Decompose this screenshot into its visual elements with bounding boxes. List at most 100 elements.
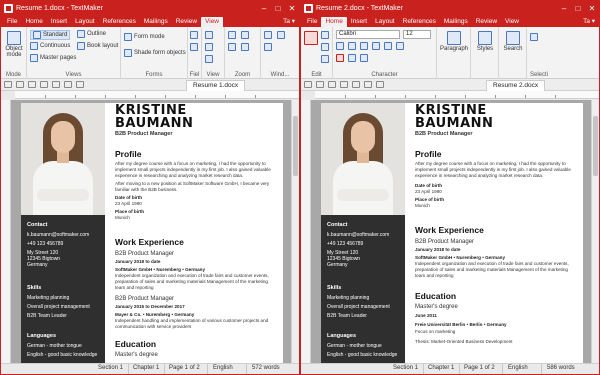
menu-icon[interactable] [304,81,312,88]
print-icon[interactable] [76,81,84,88]
title-bar[interactable]: Resume 2.docx - TextMaker – □ ✕ [301,1,599,16]
save-icon[interactable] [40,81,48,88]
master-pages-button[interactable]: Master pages [30,54,76,62]
object-mode-button[interactable]: Object mode [4,31,24,58]
form-mode-button[interactable]: Form mode [124,33,165,41]
new-document-icon[interactable] [16,81,24,88]
new-window-button[interactable] [264,31,274,39]
print-icon[interactable] [376,81,384,88]
styles-button[interactable]: Styles [473,31,497,52]
tab-file[interactable]: File [3,17,21,27]
tab-references[interactable]: References [399,17,440,27]
profile-photo [321,103,405,215]
document-tab[interactable]: Resume 1.docx [186,80,246,91]
tab-more[interactable]: Ta ▾ [579,17,599,27]
redo-icon[interactable] [64,81,72,88]
paste-button[interactable] [304,31,318,46]
zoom-width-button[interactable] [241,43,251,51]
select-button[interactable] [530,33,540,41]
arrange-windows-button[interactable] [277,31,287,39]
tab-references[interactable]: References [99,17,140,27]
title-bar[interactable]: Resume 1.docx - TextMaker – □ ✕ [1,1,299,16]
underline-button[interactable] [360,42,370,50]
vertical-scrollbar[interactable] [291,100,299,363]
page[interactable]: Contact k.baumann@softmaker.com +49 123 … [21,103,283,363]
cut-button[interactable] [321,31,331,39]
menu-icon[interactable] [4,81,12,88]
font-color-button[interactable] [336,54,346,62]
redo-icon[interactable] [364,81,372,88]
open-icon[interactable] [28,81,36,88]
vertical-ruler[interactable] [301,100,311,363]
bold-button[interactable] [336,42,346,50]
tab-layout[interactable]: Layout [371,17,399,27]
clear-format-button[interactable] [360,54,370,62]
tab-home[interactable]: Home [21,17,46,27]
job-title: B2B Product Manager [415,239,475,245]
tab-mailings[interactable]: Mailings [140,17,172,27]
subscript-button[interactable] [396,42,406,50]
undo-icon[interactable] [52,81,60,88]
tab-view[interactable]: View [501,17,523,27]
gridlines-toggle[interactable] [205,43,215,51]
highlight-button[interactable] [348,54,358,62]
open-icon[interactable] [328,81,336,88]
horizontal-ruler[interactable] [15,91,299,99]
tab-review[interactable]: Review [172,17,201,27]
paragraph-button[interactable]: Paragraph [439,31,469,52]
close-button[interactable]: ✕ [285,4,299,13]
profile-paragraph: After my degree course with a focus on m… [115,161,271,178]
tab-file[interactable]: File [303,17,321,27]
scrollbar-thumb[interactable] [593,116,598,176]
shade-form-objects-button[interactable]: Shade form objects [124,49,186,57]
tab-layout[interactable]: Layout [71,17,99,27]
undo-icon[interactable] [352,81,360,88]
outline-view-button[interactable]: Outline [77,30,106,38]
new-document-icon[interactable] [316,81,324,88]
document-area[interactable]: Contact k.baumann@softmaker.com +49 123 … [1,100,299,363]
tab-insert[interactable]: Insert [347,17,371,27]
close-button[interactable]: ✕ [585,4,599,13]
minimize-button[interactable]: – [257,4,271,13]
italic-button[interactable] [348,42,358,50]
formatting-marks-toggle[interactable] [205,55,215,63]
book-layout-button[interactable]: Book layout [77,42,118,50]
continuous-view-button[interactable]: Continuous [30,42,70,50]
vertical-ruler[interactable] [1,100,11,363]
fields-button[interactable] [190,31,200,39]
zoom-out-button[interactable] [241,31,251,39]
tab-view[interactable]: View [201,17,224,27]
search-button[interactable]: Search [501,31,525,52]
maximize-button[interactable]: □ [271,4,285,13]
tab-home[interactable]: Home [321,17,347,27]
strikethrough-button[interactable] [372,42,382,50]
zoom-page-button[interactable] [228,43,238,51]
copy-button[interactable] [321,43,331,51]
split-window-button[interactable] [264,43,274,51]
horizontal-ruler[interactable] [315,91,599,99]
ruler-toggle[interactable] [205,31,215,39]
italic-icon [348,42,356,50]
tab-review[interactable]: Review [472,17,501,27]
tab-insert[interactable]: Insert [47,17,71,27]
zoom-in-button[interactable] [228,31,238,39]
vertical-scrollbar[interactable] [591,100,599,363]
font-family-select[interactable]: Calibri [336,30,400,39]
shade-form-objects-icon [124,49,132,57]
continuous-view-icon [30,42,38,50]
page[interactable]: Contact k.baumann@softmaker.com +49 123 … [321,103,583,363]
maximize-button[interactable]: □ [571,4,585,13]
document-tab[interactable]: Resume 2.docx [486,80,546,91]
format-painter-button[interactable] [321,55,331,63]
document-area[interactable]: Contact k.baumann@softmaker.com +49 123 … [301,100,599,363]
field-shading-button[interactable] [190,43,200,51]
minimize-button[interactable]: – [557,4,571,13]
scrollbar-thumb[interactable] [293,116,298,176]
save-icon[interactable] [340,81,348,88]
standard-view-button[interactable]: Standard [30,30,71,40]
tab-mailings[interactable]: Mailings [440,17,472,27]
superscript-button[interactable] [384,42,394,50]
font-size-select[interactable]: 12 [403,30,431,39]
split-window-icon [264,43,272,51]
tab-more[interactable]: Ta ▾ [279,17,299,27]
